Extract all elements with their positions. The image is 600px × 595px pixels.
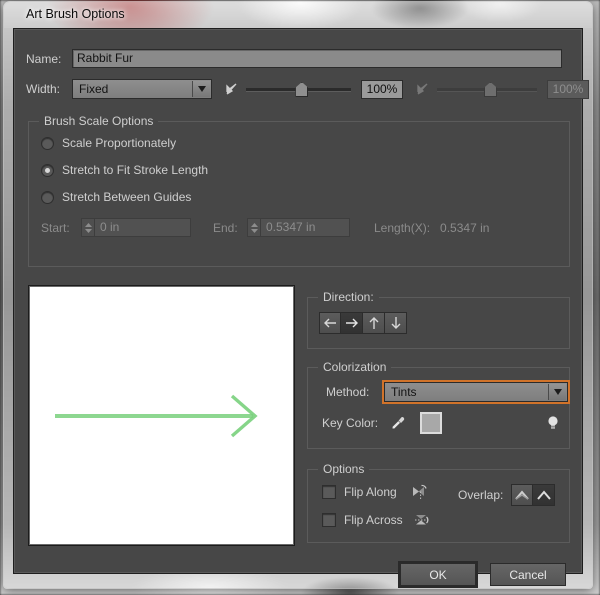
radio-stretch-between-guides[interactable]: Stretch Between Guides — [41, 190, 191, 204]
width-method-value: Fixed — [79, 82, 109, 96]
options-title: Options — [318, 462, 370, 476]
colorization-title: Colorization — [318, 360, 392, 374]
guides-row: Start: 0 in End: 0.5347 in Length(X): 0.… — [41, 218, 561, 237]
width-row: Width: Fixed 100% 100% — [26, 79, 589, 99]
slider-thumb-2[interactable] — [484, 82, 497, 97]
method-label: Method: — [326, 385, 370, 399]
footer-buttons: OK Cancel — [400, 563, 566, 586]
end-value[interactable]: 0.5347 in — [260, 218, 350, 237]
key-color-swatch[interactable] — [420, 412, 442, 434]
flip-along-row[interactable]: Flip Along — [322, 484, 429, 500]
ok-button[interactable]: OK — [400, 563, 476, 586]
flip-across-icon — [413, 512, 431, 528]
brush-scale-options-group: Brush Scale Options Scale Proportionatel… — [28, 114, 570, 267]
end-stepper[interactable]: 0.5347 in — [247, 218, 350, 237]
stepper-arrows-icon[interactable] — [247, 218, 260, 237]
dialog-window: Art Brush Options Name: Rabbit Fur Width… — [4, 2, 592, 588]
overlap-prevent-icon[interactable] — [533, 484, 556, 506]
cancel-button[interactable]: Cancel — [490, 563, 566, 586]
art-brush-options-dialog: Name: Rabbit Fur Width: Fixed 100% 100% … — [13, 28, 589, 586]
radio-icon[interactable] — [41, 190, 54, 204]
start-label: Start: — [41, 220, 70, 235]
method-row: Method: Tints — [326, 380, 570, 404]
width-method-dropdown[interactable]: Fixed — [72, 79, 212, 99]
direction-title: Direction: — [318, 290, 379, 304]
key-color-label: Key Color: — [322, 416, 379, 430]
lightbulb-icon[interactable] — [546, 414, 560, 432]
direction-buttons — [319, 312, 407, 334]
flip-along-label: Flip Along — [344, 485, 397, 499]
brush-scale-title: Brush Scale Options — [39, 114, 159, 128]
width-slider-1[interactable] — [246, 81, 351, 97]
radio-icon[interactable] — [41, 163, 54, 177]
options-group: Options Flip Along Flip Across Overlap: — [307, 462, 570, 543]
chevron-down-icon — [548, 384, 566, 400]
direction-group: Direction: — [307, 290, 570, 349]
window-title: Art Brush Options — [26, 7, 125, 21]
arrow-right-icon[interactable] — [341, 312, 363, 334]
length-value: 0.5347 in — [440, 220, 490, 235]
title-bar[interactable]: Art Brush Options — [4, 2, 592, 28]
overlap-row: Overlap: — [458, 484, 556, 506]
colorization-group: Colorization Method: Tints Key Color: — [307, 360, 570, 449]
width-value-1[interactable]: 100% — [361, 79, 403, 99]
flip-across-label: Flip Across — [344, 513, 403, 527]
stroke-width-variation-icon — [224, 82, 240, 96]
colorization-method-dropdown[interactable]: Tints — [382, 380, 570, 404]
brush-name-input[interactable]: Rabbit Fur — [72, 49, 562, 68]
flip-across-checkbox[interactable] — [322, 513, 336, 527]
brush-stroke-preview — [28, 285, 295, 546]
start-stepper[interactable]: 0 in — [81, 218, 191, 237]
length-label: Length(X): — [374, 220, 431, 235]
arrow-left-icon[interactable] — [319, 312, 341, 334]
width-value-2[interactable]: 100% — [547, 79, 589, 99]
flip-across-row[interactable]: Flip Across — [322, 512, 431, 528]
arrow-down-icon[interactable] — [385, 312, 407, 334]
radio-label: Scale Proportionately — [62, 136, 177, 150]
radio-stretch-to-fit[interactable]: Stretch to Fit Stroke Length — [41, 163, 208, 177]
flip-along-icon — [411, 484, 429, 500]
radio-scale-proportionately[interactable]: Scale Proportionately — [41, 136, 176, 150]
start-value[interactable]: 0 in — [94, 218, 191, 237]
slider-thumb[interactable] — [295, 82, 309, 97]
arrow-up-icon[interactable] — [363, 312, 385, 334]
chevron-down-icon — [192, 81, 210, 97]
radio-label: Stretch to Fit Stroke Length — [62, 163, 209, 177]
end-label: End: — [213, 220, 238, 235]
stroke-width-variation-icon-2 — [415, 82, 431, 96]
eyedropper-icon[interactable] — [390, 415, 406, 431]
radio-icon[interactable] — [41, 136, 54, 150]
colorization-method-value: Tints — [391, 385, 417, 399]
stepper-arrows-icon[interactable] — [81, 218, 94, 237]
width-slider-2[interactable] — [437, 81, 537, 97]
overlap-label: Overlap: — [458, 488, 504, 502]
name-row: Name: Rabbit Fur — [26, 49, 562, 68]
radio-label: Stretch Between Guides — [62, 190, 192, 204]
overlap-allow-icon[interactable] — [511, 484, 534, 506]
overlap-buttons — [511, 484, 556, 506]
key-color-row: Key Color: — [322, 412, 560, 434]
width-label: Width: — [26, 82, 61, 96]
flip-along-checkbox[interactable] — [322, 485, 336, 499]
name-label: Name: — [26, 51, 62, 66]
